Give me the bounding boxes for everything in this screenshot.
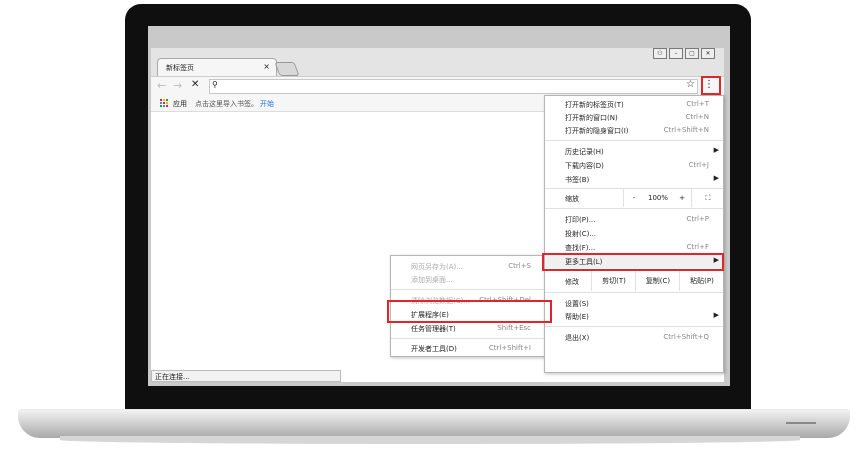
main-menu: 打开新的标签页(T) Ctrl+T 打开新的窗口(N) Ctrl+N 打开新的隐身窗… (544, 95, 724, 373)
menu-item-zoom: 缩放 - 100% + ⛶ (545, 189, 723, 207)
menu-item-bookmarks[interactable]: 书签(B) ▶ (545, 173, 723, 186)
back-arrow-icon[interactable]: ← (157, 79, 166, 92)
bookmark-hint: 点击这里导入书签。 (195, 100, 258, 108)
menu-item-add-desktop[interactable]: 添加到桌面... (391, 273, 545, 286)
search-icon: ⚲ (212, 80, 218, 89)
zoom-plus-button[interactable]: + (673, 189, 691, 207)
forward-arrow-icon[interactable]: → (173, 79, 182, 92)
highlight-extensions (387, 300, 552, 323)
submenu-arrow-icon: ▶ (713, 311, 719, 319)
laptop-indicator (786, 422, 816, 424)
menu-item-cast[interactable]: 投射(C)... (545, 227, 723, 240)
tab-new-tab[interactable]: 新标签页 × (157, 58, 277, 77)
bookmark-apps[interactable]: 应用 (173, 99, 187, 109)
menu-item-history[interactable]: 历史记录(H) ▶ (545, 145, 723, 158)
menu-item-save-page[interactable]: 网页另存为(A)... Ctrl+S (391, 260, 545, 273)
apps-grid-icon[interactable] (159, 98, 168, 107)
toolbar: ← → ✕ ⚲ ☆ ⋮ (151, 76, 724, 95)
tab-title: 新标签页 (166, 64, 194, 72)
laptop-screen: ⚇ – ▢ ✕ 新标签页 × ← → ✕ ⚲ ☆ ⋮ 应用 点击这里导入书签。 … (148, 26, 730, 386)
laptop-base (18, 409, 850, 438)
copy-button[interactable]: 复制(C) (635, 271, 680, 291)
submenu-arrow-icon: ▶ (713, 174, 719, 182)
cut-button[interactable]: 剪切(T) (591, 271, 636, 291)
title-bar: ⚇ – ▢ ✕ 新标签页 × (151, 48, 724, 77)
stop-icon[interactable]: ✕ (191, 79, 199, 90)
menu-item-downloads[interactable]: 下载内容(D) Ctrl+J (545, 159, 723, 172)
maximize-button[interactable]: ▢ (685, 48, 699, 59)
bookmark-start-link[interactable]: 开始 (260, 99, 274, 109)
zoom-minus-button[interactable]: - (623, 189, 644, 207)
window-controls: ⚇ – ▢ ✕ (653, 48, 715, 59)
paste-button[interactable]: 粘贴(P) (679, 271, 724, 291)
menu-item-incognito[interactable]: 打开新的隐身窗口(I) Ctrl+Shift+N (545, 124, 723, 137)
profile-icon[interactable]: ⚇ (653, 48, 667, 59)
laptop-shadow (60, 436, 800, 444)
new-tab-button[interactable] (274, 62, 300, 76)
menu-item-help[interactable]: 帮助(E) ▶ (545, 310, 723, 323)
address-bar[interactable]: ⚲ (209, 79, 698, 94)
menu-item-new-window[interactable]: 打开新的窗口(N) Ctrl+N (545, 111, 723, 124)
close-icon[interactable]: × (263, 62, 270, 71)
menu-item-dev-tools[interactable]: 开发者工具(D) Ctrl+Shift+I (391, 342, 545, 355)
menu-item-settings[interactable]: 设置(S) (545, 297, 723, 310)
menu-item-exit[interactable]: 退出(X) Ctrl+Shift+Q (545, 331, 723, 344)
highlight-menu-button (701, 76, 721, 95)
menu-item-edit: 修改 剪切(T) 复制(C) 粘贴(P) (545, 271, 723, 291)
browser-window: ⚇ – ▢ ✕ 新标签页 × ← → ✕ ⚲ ☆ ⋮ 应用 点击这里导入书签。 … (151, 48, 724, 382)
fullscreen-icon[interactable]: ⛶ (691, 189, 724, 207)
menu-item-new-tab[interactable]: 打开新的标签页(T) Ctrl+T (545, 98, 723, 111)
star-icon[interactable]: ☆ (686, 79, 695, 90)
highlight-more-tools (542, 253, 724, 271)
close-window-button[interactable]: ✕ (701, 48, 715, 59)
submenu-arrow-icon: ▶ (713, 146, 719, 154)
status-bar: 正在连接... (151, 370, 341, 382)
zoom-level: 100% (647, 194, 668, 202)
menu-item-print[interactable]: 打印(P)... Ctrl+P (545, 213, 723, 226)
menu-item-task-manager[interactable]: 任务管理器(T) Shift+Esc (391, 322, 545, 335)
minimize-button[interactable]: – (669, 48, 683, 59)
